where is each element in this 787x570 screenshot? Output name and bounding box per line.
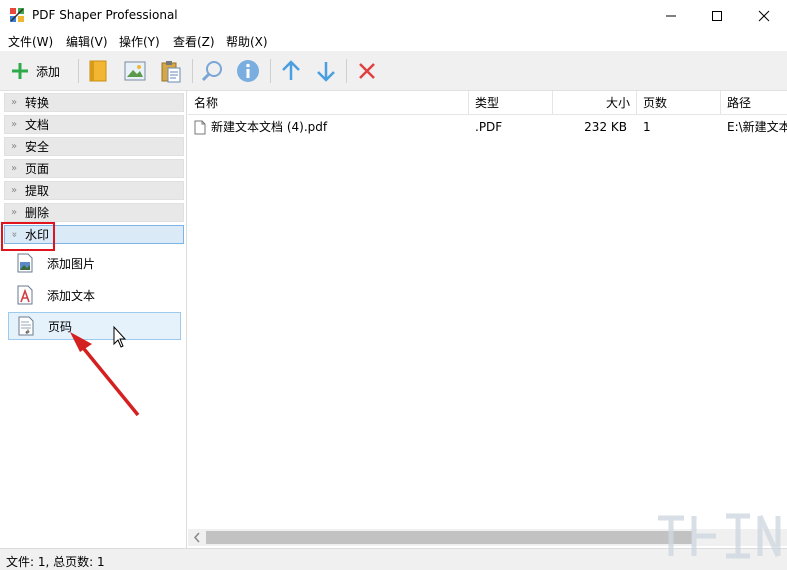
watermark-logo-icon	[658, 513, 781, 559]
group-extract[interactable]: » 提取	[4, 181, 184, 200]
menu-edit[interactable]: 编辑(V)	[64, 33, 110, 50]
window-title: PDF Shaper Professional	[32, 8, 178, 22]
remove-icon	[359, 63, 375, 79]
task-panel: » 转换 » 文档 » 安全 » 页面 » 提取 » 删除 » 水印 添加图片	[0, 91, 187, 548]
toolbar: 添加	[0, 51, 787, 91]
sub-item-label: 页码	[48, 319, 73, 334]
svg-text:#: #	[25, 329, 30, 336]
chevron-right-icon: »	[10, 97, 18, 108]
column-header-pages[interactable]: 页数	[637, 91, 721, 115]
chevron-right-icon: »	[10, 207, 18, 218]
file-type: .PDF	[475, 120, 503, 134]
table-row[interactable]: 新建文本文档 (4).pdf .PDF 232 KB 1 E:\新建文本	[188, 116, 787, 138]
group-label: 删除	[25, 206, 50, 220]
status-text: 文件: 1, 总页数: 1	[6, 555, 105, 569]
paste-button[interactable]	[160, 57, 182, 85]
search-icon	[201, 61, 222, 82]
file-icon	[194, 120, 206, 134]
add-label: 添加	[36, 64, 61, 79]
scroll-left-icon[interactable]	[190, 529, 204, 546]
toolbar-separator	[192, 59, 193, 83]
column-header-size[interactable]: 大小	[553, 91, 637, 115]
file-size: 232 KB	[584, 120, 627, 134]
column-header-type[interactable]: 类型	[469, 91, 553, 115]
column-header-name[interactable]: 名称	[188, 91, 469, 115]
chevron-right-icon: »	[10, 163, 18, 174]
minimize-button[interactable]	[648, 0, 694, 31]
watermark-add-image[interactable]: 添加图片	[8, 249, 181, 277]
add-image-button[interactable]	[124, 57, 146, 85]
sub-item-label: 添加文本	[47, 288, 96, 303]
group-label: 页面	[25, 162, 50, 176]
group-security[interactable]: » 安全	[4, 137, 184, 156]
toolbar-separator	[346, 59, 347, 83]
group-delete[interactable]: » 删除	[4, 203, 184, 222]
group-convert[interactable]: » 转换	[4, 93, 184, 112]
column-header-path[interactable]: 路径	[721, 91, 787, 115]
folder-icon	[89, 60, 107, 82]
menu-view[interactable]: 查看(Z)	[171, 33, 217, 50]
toolbar-separator	[270, 59, 271, 83]
file-path: E:\新建文本	[727, 120, 787, 134]
table-header: 名称 类型 大小 页数 路径	[188, 91, 787, 115]
info-button[interactable]	[236, 57, 260, 85]
scrollbar-thumb[interactable]	[206, 531, 692, 544]
page-number-icon: #	[18, 316, 34, 336]
info-icon	[237, 60, 259, 82]
remove-button[interactable]	[356, 57, 378, 85]
menu-file[interactable]: 文件(W)	[6, 33, 55, 50]
title-bar: PDF Shaper Professional	[0, 0, 787, 31]
clipboard-icon	[161, 61, 181, 83]
text-watermark-icon	[17, 285, 33, 305]
toolbar-separator	[78, 59, 79, 83]
menu-bar: 文件(W) 编辑(V) 操作(Y) 查看(Z) 帮助(X)	[0, 31, 787, 51]
image-icon	[124, 61, 146, 81]
add-button[interactable]: 添加	[10, 57, 60, 85]
arrow-down-icon	[317, 62, 335, 82]
plus-icon	[12, 63, 28, 79]
watermark-add-text[interactable]: 添加文本	[8, 281, 181, 309]
move-down-button[interactable]	[315, 57, 337, 85]
annotation-highlight-box	[1, 222, 55, 251]
close-icon	[758, 10, 770, 21]
group-label: 文档	[25, 118, 50, 132]
image-watermark-icon	[17, 253, 33, 273]
maximize-icon	[712, 10, 722, 21]
group-pages[interactable]: » 页面	[4, 159, 184, 178]
group-label: 安全	[25, 140, 50, 154]
watermark-page-number[interactable]: # 页码	[8, 312, 181, 340]
sub-item-label: 添加图片	[47, 256, 96, 271]
app-icon	[10, 8, 24, 22]
close-button[interactable]	[741, 0, 787, 31]
group-document[interactable]: » 文档	[4, 115, 184, 134]
chevron-right-icon: »	[10, 119, 18, 130]
arrow-up-icon	[282, 60, 300, 80]
chevron-right-icon: »	[10, 141, 18, 152]
menu-action[interactable]: 操作(Y)	[117, 33, 162, 50]
minimize-icon	[666, 15, 676, 16]
move-up-button[interactable]	[280, 57, 302, 85]
file-list: 名称 类型 大小 页数 路径 新建文本文档 (4).pdf .PDF 232 K…	[188, 91, 787, 548]
menu-help[interactable]: 帮助(X)	[224, 33, 270, 50]
search-button[interactable]	[200, 57, 224, 85]
file-name: 新建文本文档 (4).pdf	[211, 120, 328, 134]
open-folder-button[interactable]	[88, 57, 108, 85]
chevron-right-icon: »	[10, 185, 18, 196]
group-label: 提取	[25, 184, 50, 198]
file-pages: 1	[643, 120, 651, 134]
maximize-button[interactable]	[694, 0, 740, 31]
group-label: 转换	[25, 96, 50, 110]
